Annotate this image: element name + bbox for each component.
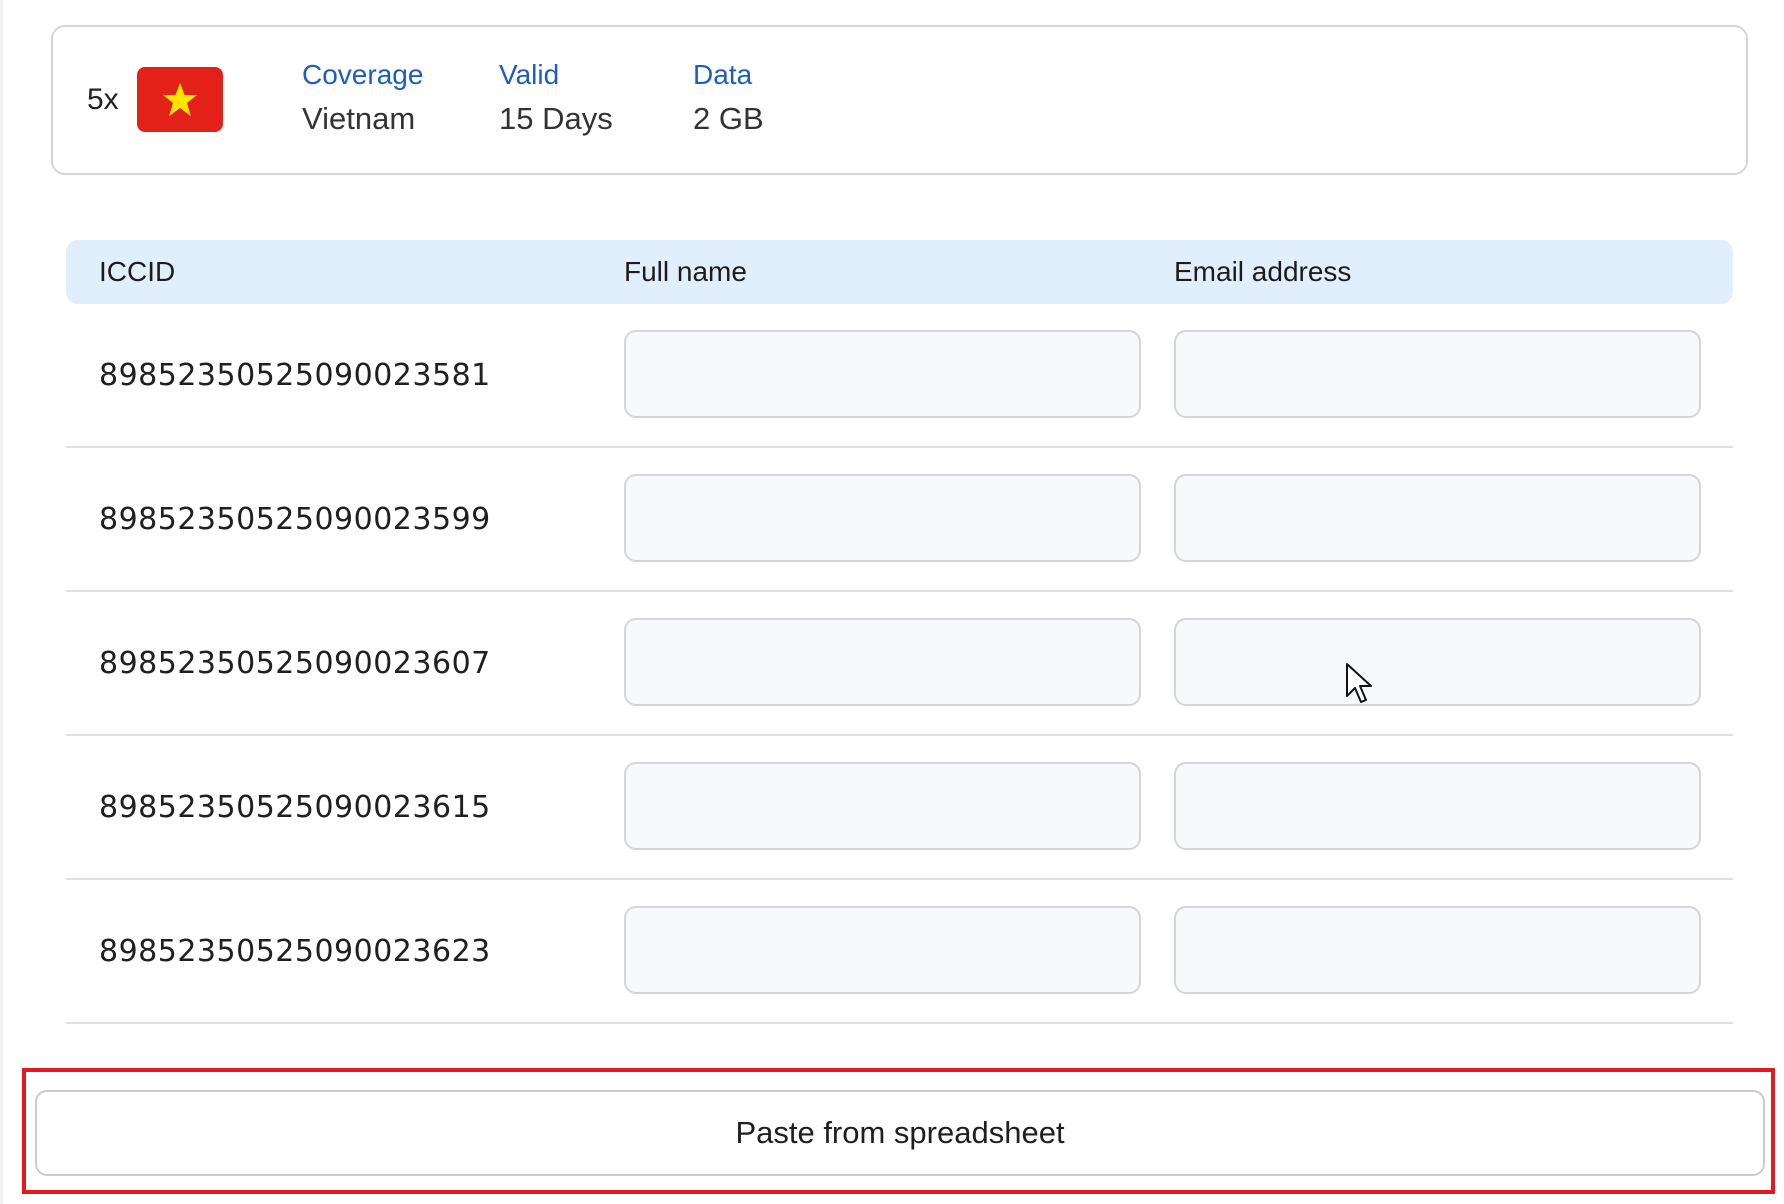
- table-header: ICCID Full name Email address: [66, 240, 1733, 304]
- data-label: Data: [693, 59, 753, 90]
- iccid-value: 89852350525090023607: [99, 645, 491, 681]
- table-row: 89852350525090023623: [66, 880, 1733, 1024]
- page-edge: [0, 0, 3, 1204]
- column-header-iccid: ICCID: [99, 256, 176, 287]
- full-name-input[interactable]: [624, 474, 1141, 562]
- data-spec: Data 2 GB: [693, 57, 764, 141]
- email-input[interactable]: [1174, 330, 1701, 418]
- full-name-input[interactable]: [624, 618, 1141, 706]
- email-input[interactable]: [1174, 762, 1701, 850]
- iccid-value: 89852350525090023599: [99, 501, 491, 537]
- plan-quantity: 5x: [87, 83, 119, 116]
- email-input[interactable]: [1174, 474, 1701, 562]
- paste-from-spreadsheet-button[interactable]: Paste from spreadsheet: [35, 1090, 1765, 1176]
- column-header-full-name: Full name: [624, 256, 747, 287]
- plan-summary-card: 5x Coverage Vietnam Valid 15 Days Data 2…: [51, 25, 1748, 175]
- coverage-value: Vietnam: [302, 101, 416, 136]
- table-row: 89852350525090023615: [66, 736, 1733, 880]
- iccid-value: 89852350525090023615: [99, 789, 491, 825]
- coverage-spec: Coverage Vietnam: [302, 57, 423, 141]
- email-input[interactable]: [1174, 618, 1701, 706]
- full-name-input[interactable]: [624, 762, 1141, 850]
- email-input[interactable]: [1174, 906, 1701, 994]
- valid-value: 15 Days: [499, 101, 613, 136]
- valid-label: Valid: [499, 59, 560, 90]
- vietnam-flag-icon: [137, 67, 223, 132]
- table-row: 89852350525090023599: [66, 448, 1733, 592]
- iccid-value: 89852350525090023581: [99, 357, 491, 393]
- table-row: 89852350525090023581: [66, 304, 1733, 448]
- data-value: 2 GB: [693, 101, 764, 136]
- table-row: 89852350525090023607: [66, 592, 1733, 736]
- full-name-input[interactable]: [624, 330, 1141, 418]
- validity-spec: Valid 15 Days: [499, 57, 613, 141]
- iccid-value: 89852350525090023623: [99, 933, 491, 969]
- full-name-input[interactable]: [624, 906, 1141, 994]
- column-header-email: Email address: [1174, 256, 1352, 287]
- coverage-label: Coverage: [302, 59, 424, 90]
